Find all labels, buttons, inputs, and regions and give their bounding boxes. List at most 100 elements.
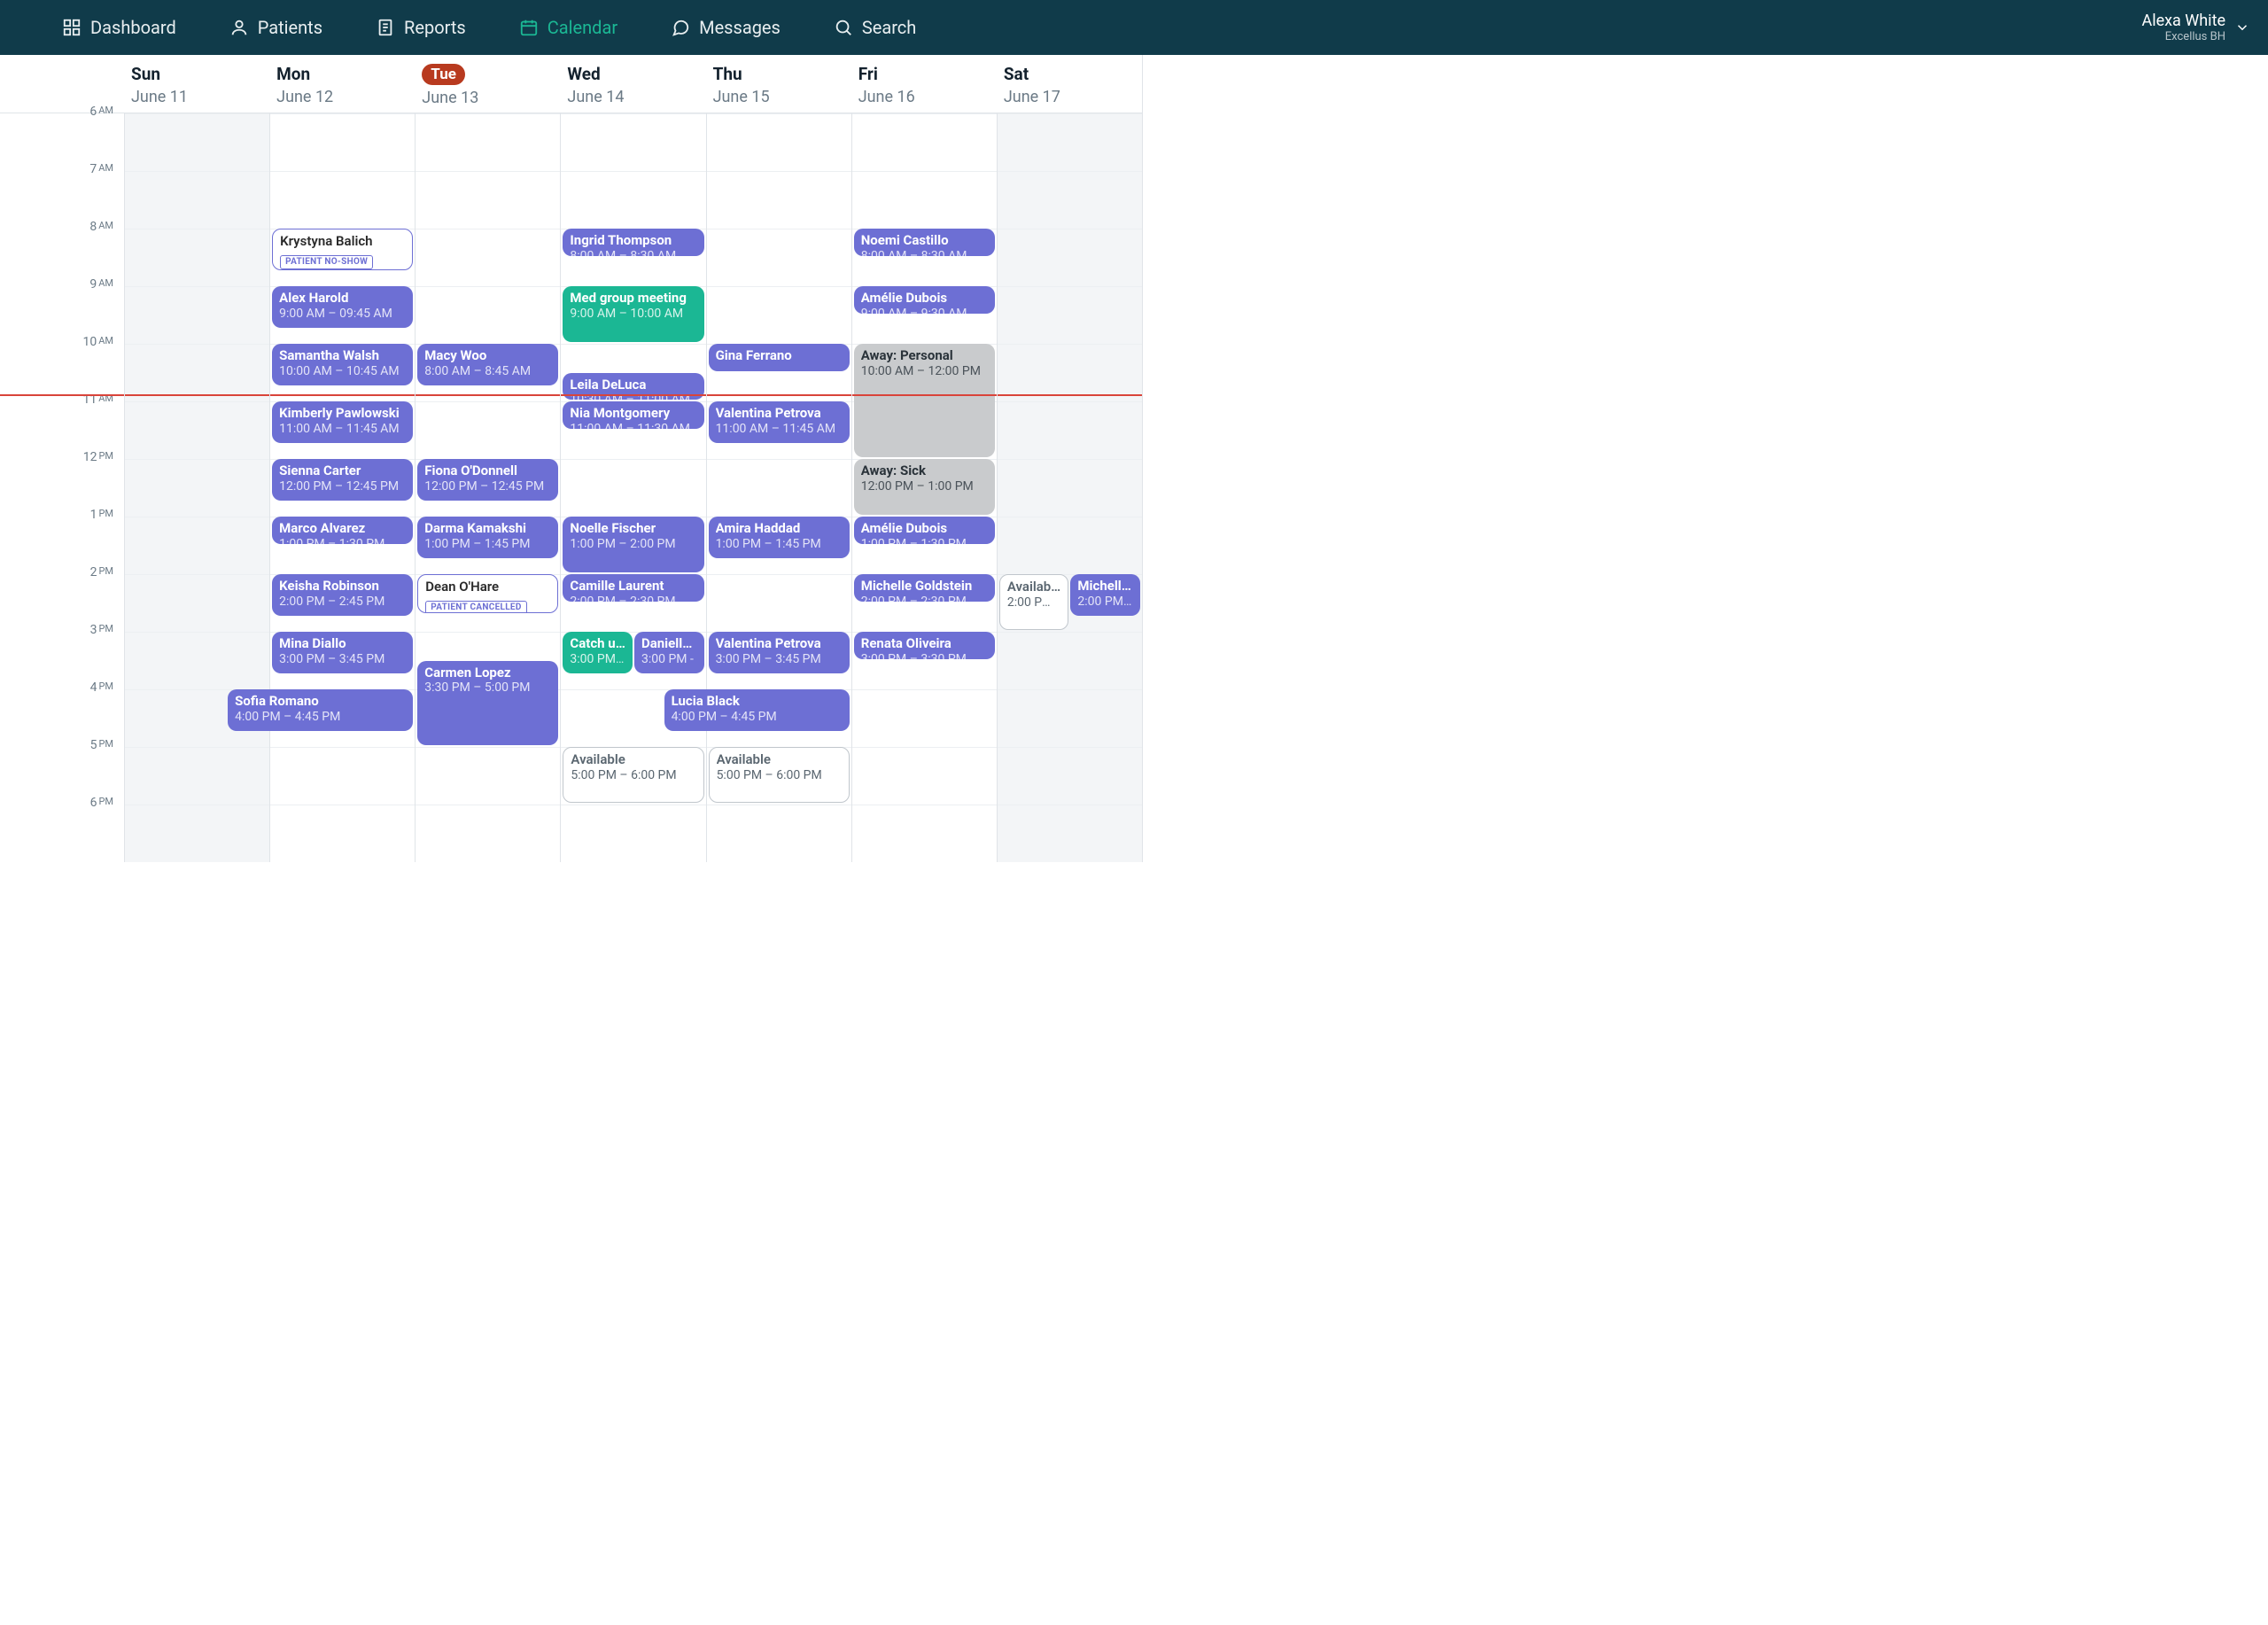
calendar-event[interactable]: Amira Haddad1:00 PM – 1:45 PM [709,517,850,558]
hour-label: 4PM [90,680,113,695]
event-time: 11:00 AM – 11:45 AM [279,422,406,438]
event-title: Mina Diallo [279,635,406,652]
event-time: 8:00 AM – 8:30 AM [861,249,988,256]
event-time: 5:00 PM – 6:00 PM [717,768,842,784]
event-time: 10:00 AM – 12:00 PM [861,364,988,380]
calendar-event[interactable]: Available5:00 PM – 6:00 PM [563,747,703,803]
calendar-event[interactable]: Michelle Goldstein2:00 PM – 2:30 PM [854,574,995,602]
now-indicator [270,394,415,396]
event-title: Available [571,751,695,768]
event-time: 4:00 PM – 4:45 PM [672,710,843,726]
calendar-event[interactable]: Macy Woo8:00 AM – 8:45 AM [417,344,558,385]
now-indicator [125,394,269,396]
calendar-event[interactable]: Keisha Robinson2:00 PM – 2:45 PM [272,574,413,616]
user-menu[interactable]: Alexa White Excellus BH [2141,12,2250,43]
nav-messages[interactable]: Messages [671,17,781,38]
user-org: Excellus BH [2141,30,2225,43]
event-time: 1:00 PM – 1:30 PM [279,537,406,544]
day-column[interactable]: Ingrid Thompson8:00 AM – 8:30 AM Med grou… [560,113,705,862]
calendar-event[interactable]: Carmen Lopez3:30 PM – 5:00 PM [417,661,558,746]
event-time: 12:00 PM – 12:45 PM [424,479,551,495]
calendar-event[interactable]: Away: Personal10:00 AM – 12:00 PM [854,344,995,457]
calendar-event[interactable]: Lucia Black4:00 PM – 4:45 PM [664,689,850,731]
nav-patients[interactable]: Patients [229,17,322,38]
calendar-icon [519,18,539,37]
event-title: Keisha Robinson [279,578,406,595]
calendar-event[interactable]: Nia Montgomery11:00 AM – 11:30 AM [563,401,703,429]
nav-label: Messages [699,17,781,38]
nav-label: Calendar [548,17,617,38]
calendar-event[interactable]: Fiona O'Donnell12:00 PM – 12:45 PM [417,459,558,501]
event-time: 3:00 PM – 3:30 PM [861,652,988,659]
calendar-event[interactable]: Krystyna BalichPATIENT NO-SHOW10:00 AM –… [272,229,413,270]
event-title: Carmen Lopez [424,665,551,681]
day-column[interactable] [124,113,269,862]
calendar-event[interactable]: Marco Alvarez1:00 PM – 1:30 PM [272,517,413,544]
event-title: Catch up w draft… [570,635,625,652]
calendar-event[interactable]: Michelle G2:00 PM – [1070,574,1140,616]
calendar-event[interactable]: Renata Oliveira3:00 PM – 3:30 PM [854,632,995,659]
calendar-event[interactable]: Noelle Fischer1:00 PM – 2:00 PM [563,517,703,572]
event-status-badge: PATIENT NO-SHOW [280,255,373,270]
user-name: Alexa White [2141,12,2225,30]
calendar-event[interactable]: Kimberly Pawlowski11:00 AM – 11:45 AM [272,401,413,443]
day-header: MonJune 12 [269,55,415,113]
calendar-event[interactable]: Valentina Petrova3:00 PM – 3:45 PM [709,632,850,673]
nav-reports[interactable]: Reports [376,17,466,38]
search-icon [834,18,853,37]
day-column[interactable]: Noemi Castillo8:00 AM – 8:30 AM Amélie Du… [851,113,997,862]
calendar-event[interactable]: Ingrid Thompson8:00 AM – 8:30 AM [563,229,703,256]
event-time: 10:00 AM – 10:45 AM [279,364,406,380]
calendar-event[interactable]: Gina Ferrano [709,344,850,371]
calendar-event[interactable]: Samantha Walsh10:00 AM – 10:45 AM [272,344,413,385]
calendar-event[interactable]: Leila DeLuca10:30 AM – 11:00 AM [563,373,703,400]
event-time: 1:00 PM – 1:45 PM [424,537,551,553]
calendar-event[interactable]: Amélie Dubois1:00 PM – 1:30 PM [854,517,995,544]
event-time: 2:00 PM – [1077,595,1133,610]
calendar-event[interactable]: Valentina Petrova11:00 AM – 11:45 AM [709,401,850,443]
nav-search[interactable]: Search [834,17,916,38]
event-title: Amira Haddad [716,520,843,537]
calendar-event[interactable]: Away: Sick12:00 PM – 1:00 PM [854,459,995,515]
calendar-event[interactable]: Alex Harold9:00 AM – 09:45 AM [272,286,413,328]
event-time: 9:00 AM – 09:45 AM [279,307,406,323]
event-status-badge: PATIENT CANCELLED [425,601,526,613]
calendar-event[interactable]: Med group meeting9:00 AM – 10:00 AM [563,286,703,342]
event-time: 2:00 PM – 2:45 PM [279,595,406,610]
day-column[interactable]: Macy Woo8:00 AM – 8:45 AM Fiona O'Donnell… [415,113,560,862]
nav-calendar[interactable]: Calendar [519,17,617,38]
hour-label: 12PM [83,450,113,464]
day-column[interactable]: Available2:00 PM – 6Michelle G2:00 PM – [997,113,1142,862]
event-time: 11:00 AM – 11:30 AM [570,422,696,429]
event-title: Amélie Dubois [861,520,988,537]
nav-dashboard[interactable]: Dashboard [62,17,176,38]
event-title: Alex Harold [279,290,406,307]
event-title: Leila DeLuca [570,377,696,393]
day-column[interactable]: Gina Ferrano Valentina Petrova11:00 AM – … [706,113,851,862]
chat-icon [671,18,690,37]
event-time: 1:00 PM – 1:45 PM [716,537,843,553]
hour-label: 8AM [89,220,113,234]
event-time: 12:00 PM – 1:00 PM [861,479,988,495]
calendar-event[interactable]: Noemi Castillo8:00 AM – 8:30 AM [854,229,995,256]
hour-label: 9AM [89,277,113,292]
calendar-event[interactable]: Sienna Carter12:00 PM – 12:45 PM [272,459,413,501]
event-time: 4:00 PM – 4:45 PM [235,710,406,726]
day-header: WedJune 14 [560,55,705,113]
event-time: 1:00 PM – 1:30 PM [861,537,988,544]
calendar-event[interactable]: Camille Laurent2:00 PM – 2:30 PM [563,574,703,602]
nav-label: Reports [404,17,466,38]
calendar-event[interactable]: Mina Diallo3:00 PM – 3:45 PM [272,632,413,673]
day-column[interactable]: Krystyna BalichPATIENT NO-SHOW10:00 AM –… [269,113,415,862]
calendar-event[interactable]: Sofia Romano4:00 PM – 4:45 PM [228,689,413,731]
calendar-event[interactable]: Available5:00 PM – 6:00 PM [709,747,850,803]
calendar-event[interactable]: Catch up w draft…3:00 PM - 4:00 PM [563,632,633,673]
calendar-event[interactable]: Darma Kamakshi1:00 PM – 1:45 PM [417,517,558,558]
calendar-event[interactable]: Amélie Dubois9:00 AM – 9:30 AM [854,286,995,314]
event-time: 3:00 PM - [641,652,697,668]
calendar-event[interactable]: Dean O'HarePATIENT CANCELLED10:00 AM – 1… [417,574,558,613]
calendar-event[interactable]: Available2:00 PM – 6 [999,574,1069,630]
calendar-event[interactable]: Danielle Fernan…3:00 PM - [634,632,704,673]
file-icon [376,18,395,37]
event-title: Kimberly Pawlowski [279,405,406,422]
